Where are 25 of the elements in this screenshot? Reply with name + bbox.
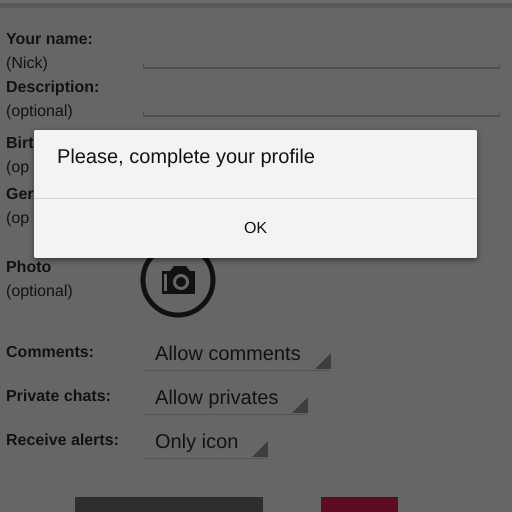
field-hint: (op [6, 158, 30, 178]
field-label: Ger [6, 185, 34, 205]
setting-label: Comments: [6, 344, 96, 362]
field-label: Photo [6, 258, 52, 278]
field-hint: (op [6, 209, 30, 229]
bottom-button[interactable] [321, 497, 398, 512]
input-field[interactable] [143, 63, 500, 69]
field-label: Your name: [6, 30, 93, 50]
dropdown[interactable]: Allow comments [143, 336, 331, 370]
field-hint: (Nick) [6, 54, 48, 74]
dropdown[interactable]: Allow privates [143, 380, 308, 414]
field-hint: (optional) [6, 102, 73, 122]
dropdown-corner-icon [252, 440, 268, 456]
field-label: Description: [6, 78, 100, 98]
setting-label: Private chats: [6, 388, 112, 406]
field-label: Birt [6, 134, 34, 154]
field-hint: (optional) [6, 282, 73, 302]
dropdown[interactable]: Only icon [143, 424, 268, 458]
dropdown-corner-icon [292, 396, 308, 412]
input-field[interactable] [143, 111, 500, 117]
setting-label: Receive alerts: [6, 432, 120, 450]
bottom-button[interactable] [75, 497, 263, 512]
ok-button[interactable]: OK [34, 199, 477, 258]
dialog-message: Please, complete your profile [34, 130, 477, 199]
dropdown-corner-icon [314, 352, 331, 368]
